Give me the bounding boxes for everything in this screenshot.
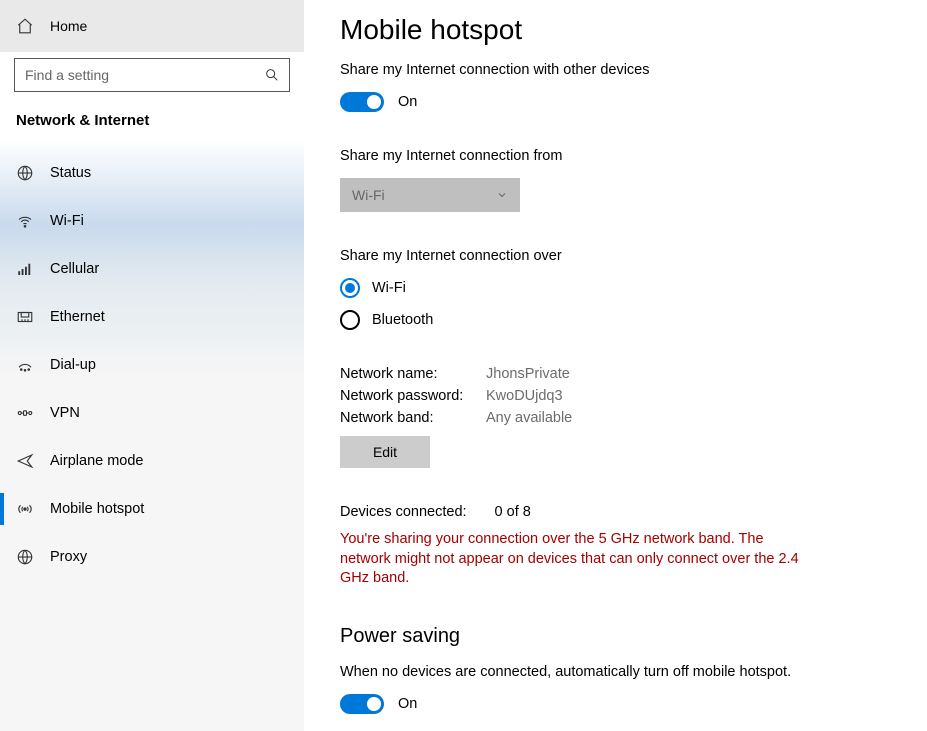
network-password-value: KwoDUjdq3 xyxy=(486,388,891,404)
sidebar: Home Network & Internet Status xyxy=(0,0,304,731)
page-title: Mobile hotspot xyxy=(340,14,891,46)
share-from-label: Share my Internet connection from xyxy=(340,148,891,164)
share-toggle[interactable] xyxy=(340,92,384,112)
radio-icon xyxy=(340,310,360,330)
vpn-icon xyxy=(16,404,36,422)
radio-icon xyxy=(340,278,360,298)
share-toggle-state: On xyxy=(398,94,417,110)
toggle-knob xyxy=(367,697,381,711)
wifi-icon xyxy=(16,212,36,230)
network-band-value: Any available xyxy=(486,410,891,426)
network-password-label: Network password: xyxy=(340,388,486,404)
search-container xyxy=(0,52,304,110)
search-input[interactable] xyxy=(15,67,255,83)
nav-list: Status Wi-Fi Cellular Ethernet xyxy=(0,149,304,581)
search-box[interactable] xyxy=(14,58,290,92)
power-saving-heading: Power saving xyxy=(340,625,891,648)
sidebar-item-cellular[interactable]: Cellular xyxy=(0,245,304,293)
search-icon xyxy=(255,67,289,83)
home-label: Home xyxy=(50,18,87,34)
network-name-label: Network name: xyxy=(340,366,486,382)
sidebar-item-mobile-hotspot[interactable]: Mobile hotspot xyxy=(0,485,304,533)
network-info: Network name: JhonsPrivate Network passw… xyxy=(340,366,891,426)
sidebar-item-ethernet[interactable]: Ethernet xyxy=(0,293,304,341)
cellular-icon xyxy=(16,260,36,278)
toggle-knob xyxy=(367,95,381,109)
sidebar-item-label: VPN xyxy=(50,405,80,421)
category-heading: Network & Internet xyxy=(0,110,304,149)
network-name-value: JhonsPrivate xyxy=(486,366,891,382)
sidebar-item-status[interactable]: Status xyxy=(0,149,304,197)
sidebar-item-wifi[interactable]: Wi-Fi xyxy=(0,197,304,245)
dialup-icon xyxy=(16,356,36,374)
share-from-dropdown[interactable]: Wi-Fi xyxy=(340,178,520,212)
sidebar-item-label: Ethernet xyxy=(50,309,105,325)
radio-label: Wi-Fi xyxy=(372,280,406,296)
chevron-down-icon xyxy=(496,189,508,201)
share-over-option-wifi[interactable]: Wi-Fi xyxy=(340,278,891,298)
power-saving-desc: When no devices are connected, automatic… xyxy=(340,664,891,680)
airplane-icon xyxy=(16,452,36,470)
sidebar-item-label: Status xyxy=(50,165,91,181)
sidebar-item-label: Proxy xyxy=(50,549,87,565)
network-band-label: Network band: xyxy=(340,410,486,426)
sidebar-item-label: Wi-Fi xyxy=(50,213,84,229)
home-icon xyxy=(16,17,36,35)
devices-connected-label: Devices connected: xyxy=(340,504,467,520)
radio-label: Bluetooth xyxy=(372,312,433,328)
home-button[interactable]: Home xyxy=(0,0,304,52)
share-over-label: Share my Internet connection over xyxy=(340,248,891,264)
power-saving-toggle-state: On xyxy=(398,696,417,712)
sidebar-item-airplane[interactable]: Airplane mode xyxy=(0,437,304,485)
share-from-value: Wi-Fi xyxy=(352,187,385,203)
devices-connected-value: 0 of 8 xyxy=(495,504,531,520)
sidebar-item-label: Dial-up xyxy=(50,357,96,373)
status-icon xyxy=(16,164,36,182)
band-warning: You're sharing your connection over the … xyxy=(340,530,810,589)
sidebar-item-label: Mobile hotspot xyxy=(50,501,144,517)
share-with-devices-label: Share my Internet connection with other … xyxy=(340,62,891,78)
edit-button[interactable]: Edit xyxy=(340,436,430,468)
sidebar-item-label: Cellular xyxy=(50,261,99,277)
sidebar-item-vpn[interactable]: VPN xyxy=(0,389,304,437)
proxy-icon xyxy=(16,548,36,566)
ethernet-icon xyxy=(16,308,36,326)
share-over-option-bluetooth[interactable]: Bluetooth xyxy=(340,310,891,330)
power-saving-toggle[interactable] xyxy=(340,694,384,714)
mobile-hotspot-icon xyxy=(16,500,36,518)
main-content: Mobile hotspot Share my Internet connect… xyxy=(304,0,927,731)
sidebar-item-label: Airplane mode xyxy=(50,453,144,469)
sidebar-item-dialup[interactable]: Dial-up xyxy=(0,341,304,389)
sidebar-item-proxy[interactable]: Proxy xyxy=(0,533,304,581)
